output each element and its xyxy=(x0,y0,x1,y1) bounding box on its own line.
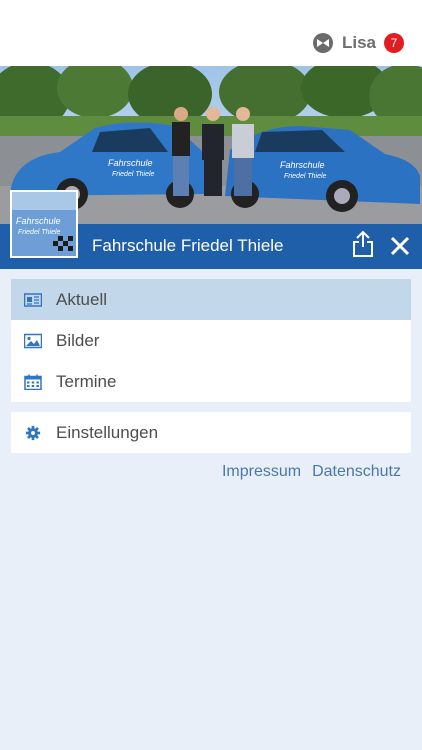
menu-item-einstellungen[interactable]: Einstellungen xyxy=(11,412,411,453)
menu-item-label: Termine xyxy=(56,371,117,391)
image-icon xyxy=(24,333,42,348)
calendar-icon xyxy=(24,374,42,390)
user-name: Lisa xyxy=(341,33,376,52)
main-menu: Aktuell Bilder Termine xyxy=(11,279,411,402)
notification-badge[interactable]: 7 xyxy=(384,33,404,53)
datenschutz-link[interactable]: Datenschutz xyxy=(312,463,401,481)
menu-item-termine[interactable]: Termine xyxy=(11,361,411,402)
school-thumbnail: Fahrschule Friedel Thiele xyxy=(10,190,78,258)
menu-item-aktuell[interactable]: Aktuell xyxy=(11,279,411,320)
share-icon[interactable] xyxy=(351,230,375,258)
close-icon[interactable] xyxy=(389,235,411,257)
impressum-link[interactable]: Impressum xyxy=(222,463,301,481)
thumbnail-logo-text: Friedel Thiele xyxy=(18,229,61,236)
top-bar: Lisa 7 xyxy=(0,0,422,66)
car-logo-text: Fahrschule xyxy=(108,158,153,168)
menu-item-label: Einstellungen xyxy=(56,422,159,442)
car-logo-text: Fahrschule xyxy=(280,160,325,170)
menu-item-label: Bilder xyxy=(56,330,100,350)
user-profile[interactable]: Lisa 7 xyxy=(312,32,404,54)
settings-menu: Einstellungen xyxy=(11,412,411,453)
footer-links: Impressum Datenschutz xyxy=(222,463,401,481)
car-logo-text: Friedel Thiele xyxy=(284,173,327,180)
page-title: Fahrschule Friedel Thiele xyxy=(92,236,284,255)
menu-item-label: Aktuell xyxy=(56,289,108,309)
car-logo-text: Friedel Thiele xyxy=(112,171,155,178)
newspaper-icon xyxy=(24,292,42,307)
gear-icon xyxy=(25,425,41,440)
thumbnail-logo-text: Fahrschule xyxy=(16,216,61,226)
menu-item-bilder[interactable]: Bilder xyxy=(11,320,411,361)
app-logo-icon xyxy=(312,33,333,53)
